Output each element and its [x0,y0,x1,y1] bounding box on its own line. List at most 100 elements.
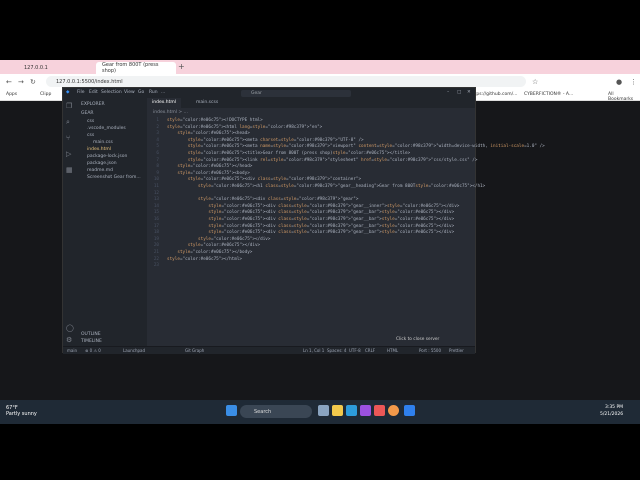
bookmark-apps[interactable]: Apps [6,92,17,97]
file-item-selected[interactable]: index.html [87,147,111,152]
clock-time: 3:35 PM [604,405,624,410]
status-language[interactable]: HTML [387,348,398,353]
vscode-taskbar-icon[interactable] [404,405,415,416]
line-number: 16 [153,217,159,222]
line-number: 23 [153,263,159,269]
file-item[interactable]: readme.md [87,168,113,173]
line-text: style="color:#e06c75"><div class=style="… [208,210,455,216]
line-text: style="color:#e06c75"></head> [177,164,253,170]
line-number: 6 [156,151,159,156]
timeline-section[interactable]: TIMELINE [81,339,102,344]
bookmark-github[interactable]: https://github.com/... [470,92,517,97]
explorer-header: EXPLORER [81,102,105,107]
line-number: 10 [153,177,159,183]
explorer-root[interactable]: GEAR [81,111,94,116]
line-text: style="color:#e06c75"></body> [177,250,253,255]
line-number: 21 [153,250,159,255]
clock-date: 5/21/2026 [600,412,624,417]
file-item[interactable]: package-lock.json [87,154,127,159]
maximize-icon[interactable]: □ [457,90,461,95]
outline-section[interactable]: OUTLINE [81,332,101,337]
bookmark-cyberfiction[interactable]: CYBERFICTION® - A... [524,92,573,97]
search-icon[interactable]: ⌕ [66,118,70,127]
explorer-sidebar: EXPLORER GEAR css .vscode_modules css ma… [77,98,147,346]
line-text: style="color:#e06c75"></html> [167,256,243,262]
app-icon[interactable] [374,405,385,416]
menu-more[interactable]: ... [161,90,165,95]
run-debug-icon[interactable]: ▷ [66,150,71,158]
browser-tab-bar: 127.0.0.1 Gear from 800T (press shop) + [0,60,640,74]
task-view-icon[interactable] [318,405,329,416]
tab-index-html[interactable]: index.html [147,98,181,108]
editor[interactable]: index.html main.scss index.html > ... 1 s… [147,98,545,346]
profile-icon[interactable]: ● [616,78,622,86]
chrome-icon[interactable] [388,405,399,416]
explorer-icon[interactable]: ❐ [66,102,72,110]
minimize-icon[interactable]: – [447,90,449,95]
browser-tab-localhost[interactable]: 127.0.0.1 [18,62,94,74]
line-number: 1 [156,118,159,123]
close-icon[interactable]: ✕ [467,90,471,95]
forward-icon[interactable]: → [18,78,24,86]
bookmark-clipp[interactable]: Clipp [40,92,51,97]
file-item[interactable]: main.css [93,140,113,145]
menu-go[interactable]: Go [138,90,144,95]
line-text: style="color:#e06c75"><div class=style="… [187,177,362,183]
file-item[interactable]: package.json [87,161,117,166]
star-icon[interactable]: ☆ [532,78,538,86]
file-item[interactable]: Screenshot Gear from... [87,175,141,180]
status-prettier[interactable]: Prettier [449,348,464,353]
system-clock[interactable]: 3:35 PM 5/21/2026 [600,404,623,418]
server-tooltip: Click to close server [396,337,440,342]
weather-desc: Partly sunny [6,411,37,417]
weather-widget[interactable]: 67°F Partly sunny [6,405,37,417]
start-icon[interactable] [226,405,237,416]
activity-bar: ❐ ⌕ ⑂ ▷ ▦ ◯ ⚙ [63,98,77,346]
file-explorer-icon[interactable] [332,405,343,416]
menu-selection[interactable]: Selection [101,90,122,95]
line-number: 18 [153,230,159,236]
address-bar[interactable]: 127.0.0.1:5500/index.html [46,76,526,87]
breadcrumb[interactable]: index.html > ... [153,110,188,115]
line-number: 15 [153,210,159,216]
status-eol[interactable]: CRLF [365,348,375,353]
menu-edit[interactable]: Edit [89,90,98,95]
new-tab-button[interactable]: + [178,62,185,71]
status-port[interactable]: Port : 5500 [419,348,441,353]
extensions-icon[interactable]: ▦ [66,166,73,174]
status-branch[interactable]: main [67,348,77,353]
app-icon[interactable] [360,405,371,416]
line-text: style="color:#e06c75"><div class=style="… [198,197,359,203]
command-center[interactable]: Gear [241,89,351,97]
taskbar-search[interactable]: Search [240,405,312,418]
store-icon[interactable] [346,405,357,416]
menu-view[interactable]: View [124,90,135,95]
menu-file[interactable]: File [77,90,85,95]
line-text: style="color:#e06c75"><head> [177,131,250,137]
editor-tabs: index.html main.scss [147,98,475,108]
reload-icon[interactable]: ↻ [30,78,36,86]
gear-icon[interactable]: ⚙ [66,336,72,344]
tab-main-scss[interactable]: main.scss [191,98,223,108]
file-item[interactable]: css [87,119,94,124]
menu-run[interactable]: Run [149,90,158,95]
line-text: style="color:#e06c75"><div class=style="… [208,217,455,222]
status-errors[interactable]: ⊗ 0 ⚠ 0 [85,348,101,353]
back-icon[interactable]: ← [6,78,12,86]
vscode-window: ◆ File Edit Selection View Go Run ... Ge… [62,87,545,354]
line-text: style="color:#e06c75"><!DOCTYPE html> [167,118,263,123]
source-control-icon[interactable]: ⑂ [66,134,70,142]
status-position[interactable]: Ln 1, Col 1 [303,348,324,353]
menu-icon[interactable]: ⋮ [630,78,637,86]
status-spaces[interactable]: Spaces: 4 [327,348,346,353]
browser-tab-gear[interactable]: Gear from 800T (press shop) [96,62,176,74]
account-icon[interactable]: ◯ [66,324,74,332]
file-item[interactable]: css [87,133,94,138]
status-encoding[interactable]: UTF-8 [349,348,361,353]
status-git-graph[interactable]: Git Graph [185,348,204,353]
file-item[interactable]: .vscode_modules [87,126,126,131]
line-number: 5 [156,144,159,150]
line-text: style="color:#e06c75"></div> [187,243,261,249]
status-launchpad[interactable]: Launchpad [123,348,145,353]
line-text: style="color:#e06c75"><h1 class=style="c… [198,184,486,189]
